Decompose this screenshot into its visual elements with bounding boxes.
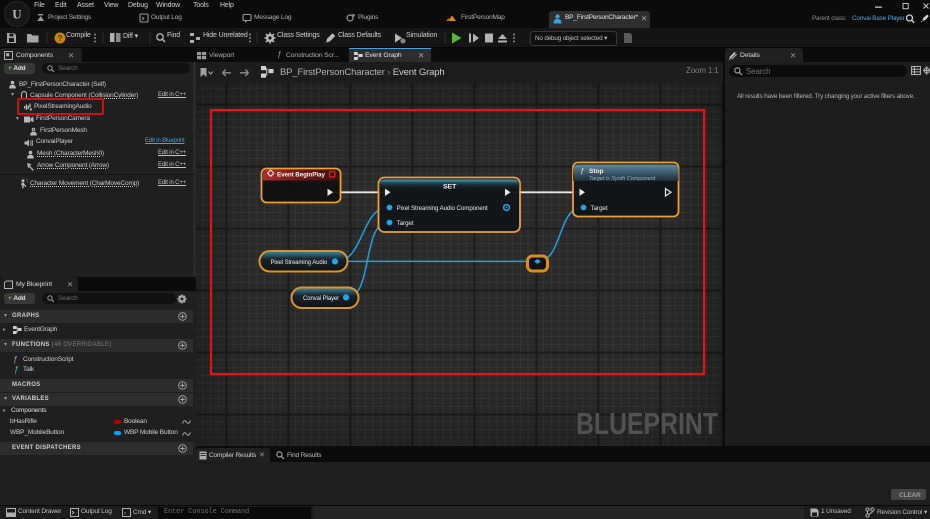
- svg-text:Pixel Streaming Audio Componen: Pixel Streaming Audio Component: [397, 205, 489, 212]
- svg-text:Target: Target: [591, 205, 608, 212]
- svg-text:›: ›: [124, 511, 126, 517]
- svg-text:?: ?: [58, 34, 63, 43]
- svg-text:Convai Player: Convai Player: [303, 296, 339, 302]
- svg-text:U: U: [12, 7, 22, 22]
- svg-text:BLUEPRINT: BLUEPRINT: [576, 407, 718, 441]
- svg-text:ƒ: ƒ: [580, 166, 584, 175]
- svg-text:Stop: Stop: [589, 168, 603, 175]
- svg-text:Target is Synth Component: Target is Synth Component: [589, 176, 656, 182]
- svg-text:Target: Target: [397, 220, 414, 227]
- svg-text:Pixel Streaming Audio: Pixel Streaming Audio: [271, 260, 328, 266]
- svg-text:Event BeginPlay: Event BeginPlay: [277, 171, 325, 178]
- svg-text:SET: SET: [443, 183, 457, 190]
